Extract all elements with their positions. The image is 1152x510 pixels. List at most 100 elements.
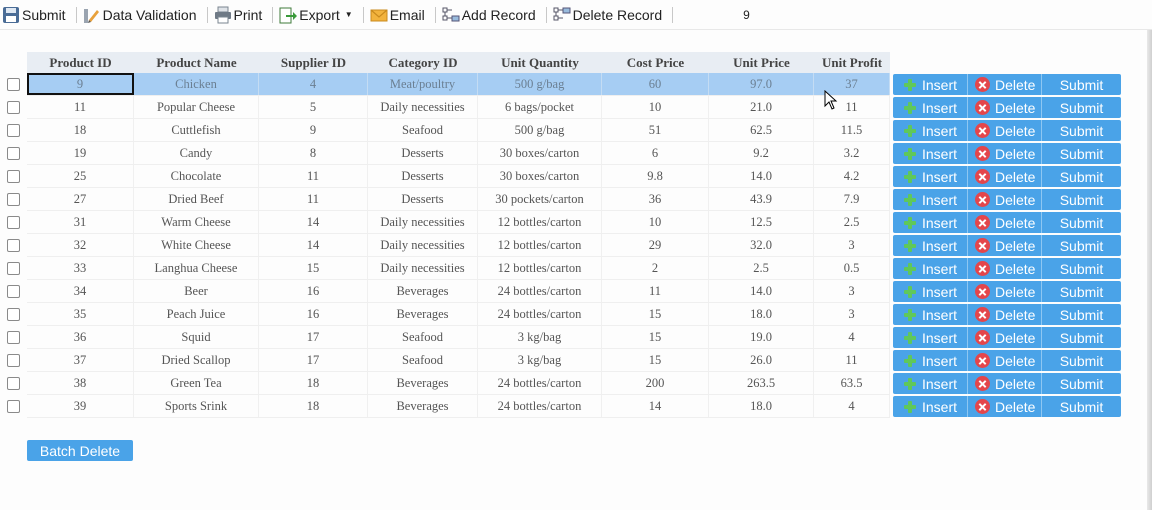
insert-button[interactable]: Insert bbox=[893, 120, 968, 141]
cell-cost-price[interactable]: 51 bbox=[602, 119, 709, 141]
cell-supplier-id[interactable]: 18 bbox=[259, 372, 368, 394]
table-row[interactable]: 32 White Cheese 14 Daily necessities 12 bott… bbox=[0, 234, 1121, 257]
cell-category-id[interactable]: Daily necessities bbox=[368, 211, 478, 233]
delete-button[interactable]: Delete bbox=[968, 166, 1042, 187]
cell-unit-quantity[interactable]: 12 bottles/carton bbox=[478, 211, 602, 233]
delete-button[interactable]: Delete bbox=[968, 373, 1042, 394]
cell-unit-profit[interactable]: 3 bbox=[814, 234, 890, 256]
cell-unit-quantity[interactable]: 500 g/bag bbox=[478, 119, 602, 141]
cell-unit-price[interactable]: 26.0 bbox=[709, 349, 814, 371]
cell-unit-quantity[interactable]: 30 boxes/carton bbox=[478, 165, 602, 187]
insert-button[interactable]: Insert bbox=[893, 166, 968, 187]
cell-category-id[interactable]: Beverages bbox=[368, 395, 478, 417]
cell-product-id[interactable]: 39 bbox=[27, 395, 134, 417]
insert-button[interactable]: Insert bbox=[893, 373, 968, 394]
cell-supplier-id[interactable]: 15 bbox=[259, 257, 368, 279]
cell-unit-price[interactable]: 18.0 bbox=[709, 303, 814, 325]
cell-unit-price[interactable]: 19.0 bbox=[709, 326, 814, 348]
cell-unit-profit[interactable]: 4 bbox=[814, 326, 890, 348]
cell-unit-price[interactable]: 32.0 bbox=[709, 234, 814, 256]
cell-unit-quantity[interactable]: 12 bottles/carton bbox=[478, 234, 602, 256]
table-row[interactable]: 19 Candy 8 Desserts 30 boxes/carton 6 9.2 3.2 In… bbox=[0, 142, 1121, 165]
insert-button[interactable]: Insert bbox=[893, 304, 968, 325]
delete-button[interactable]: Delete bbox=[968, 327, 1042, 348]
cell-unit-profit[interactable]: 3.2 bbox=[814, 142, 890, 164]
delete-button[interactable]: Delete bbox=[968, 235, 1042, 256]
cell-category-id[interactable]: Seafood bbox=[368, 326, 478, 348]
checkbox-square[interactable] bbox=[6, 400, 20, 413]
cell-unit-quantity[interactable]: 500 g/bag bbox=[478, 73, 602, 95]
cell-category-id[interactable]: Meat/poultry bbox=[368, 73, 478, 95]
submit-button[interactable]: Submit bbox=[1042, 212, 1121, 233]
cell-product-id[interactable]: 11 bbox=[27, 96, 134, 118]
row-checkbox[interactable] bbox=[0, 257, 27, 280]
row-checkbox[interactable] bbox=[0, 73, 27, 96]
cell-unit-price[interactable]: 14.0 bbox=[709, 280, 814, 302]
submit-button[interactable]: Submit bbox=[1042, 281, 1121, 302]
delete-button[interactable]: Delete bbox=[968, 258, 1042, 279]
column-header-unit-quantity[interactable]: Unit Quantity bbox=[478, 52, 602, 73]
cell-product-name[interactable]: Beer bbox=[134, 280, 259, 302]
checkbox-square[interactable] bbox=[6, 285, 20, 298]
cell-product-name[interactable]: Popular Cheese bbox=[134, 96, 259, 118]
cell-category-id[interactable]: Desserts bbox=[368, 165, 478, 187]
cell-supplier-id[interactable]: 16 bbox=[259, 303, 368, 325]
cell-supplier-id[interactable]: 17 bbox=[259, 326, 368, 348]
cell-unit-price[interactable]: 12.5 bbox=[709, 211, 814, 233]
cell-unit-profit[interactable]: 2.5 bbox=[814, 211, 890, 233]
cell-supplier-id[interactable]: 5 bbox=[259, 96, 368, 118]
toolbar-delete-record-button[interactable]: Delete Record bbox=[553, 3, 667, 27]
cell-product-id[interactable]: 9 bbox=[27, 73, 134, 95]
cell-supplier-id[interactable]: 17 bbox=[259, 349, 368, 371]
submit-button[interactable]: Submit bbox=[1042, 373, 1121, 394]
cell-category-id[interactable]: Beverages bbox=[368, 280, 478, 302]
column-header-supplier-id[interactable]: Supplier ID bbox=[259, 52, 368, 73]
cell-product-name[interactable]: Squid bbox=[134, 326, 259, 348]
table-row[interactable]: 33 Langhua Cheese 15 Daily necessities 12 bo… bbox=[0, 257, 1121, 280]
submit-button[interactable]: Submit bbox=[1042, 143, 1121, 164]
checkbox-square[interactable] bbox=[6, 331, 20, 344]
submit-button[interactable]: Submit bbox=[1042, 189, 1121, 210]
cell-unit-profit[interactable]: 3 bbox=[814, 303, 890, 325]
delete-button[interactable]: Delete bbox=[968, 281, 1042, 302]
cell-unit-price[interactable]: 2.5 bbox=[709, 257, 814, 279]
row-checkbox[interactable] bbox=[0, 326, 27, 349]
cell-supplier-id[interactable]: 8 bbox=[259, 142, 368, 164]
insert-button[interactable]: Insert bbox=[893, 74, 968, 95]
column-header-unit-profit[interactable]: Unit Profit bbox=[814, 52, 890, 73]
cell-cost-price[interactable]: 10 bbox=[602, 96, 709, 118]
checkbox-square[interactable] bbox=[6, 124, 20, 137]
column-header-cost-price[interactable]: Cost Price bbox=[602, 52, 709, 73]
cell-cost-price[interactable]: 29 bbox=[602, 234, 709, 256]
toolbar-print-button[interactable]: Print bbox=[214, 3, 267, 27]
table-row[interactable]: 31 Warm Cheese 14 Daily necessities 12 bottl… bbox=[0, 211, 1121, 234]
cell-product-name[interactable]: Dried Scallop bbox=[134, 349, 259, 371]
delete-button[interactable]: Delete bbox=[968, 120, 1042, 141]
cell-supplier-id[interactable]: 16 bbox=[259, 280, 368, 302]
cell-product-id[interactable]: 33 bbox=[27, 257, 134, 279]
submit-button[interactable]: Submit bbox=[1042, 350, 1121, 371]
toolbar-add-record-button[interactable]: Add Record bbox=[442, 3, 540, 27]
cell-product-id[interactable]: 34 bbox=[27, 280, 134, 302]
cell-category-id[interactable]: Daily necessities bbox=[368, 257, 478, 279]
cell-product-name[interactable]: Langhua Cheese bbox=[134, 257, 259, 279]
cell-category-id[interactable]: Beverages bbox=[368, 303, 478, 325]
insert-button[interactable]: Insert bbox=[893, 97, 968, 118]
row-checkbox[interactable] bbox=[0, 165, 27, 188]
delete-button[interactable]: Delete bbox=[968, 97, 1042, 118]
row-checkbox[interactable] bbox=[0, 372, 27, 395]
cell-category-id[interactable]: Seafood bbox=[368, 349, 478, 371]
table-row[interactable]: 27 Dried Beef 11 Desserts 30 pockets/carton 3… bbox=[0, 188, 1121, 211]
checkbox-square[interactable] bbox=[6, 354, 20, 367]
insert-button[interactable]: Insert bbox=[893, 281, 968, 302]
checkbox-square[interactable] bbox=[6, 193, 20, 206]
cell-unit-price[interactable]: 263.5 bbox=[709, 372, 814, 394]
insert-button[interactable]: Insert bbox=[893, 350, 968, 371]
cell-category-id[interactable]: Seafood bbox=[368, 119, 478, 141]
submit-button[interactable]: Submit bbox=[1042, 166, 1121, 187]
table-row[interactable]: 37 Dried Scallop 17 Seafood 3 kg/bag 15 26.0 11… bbox=[0, 349, 1121, 372]
cell-unit-profit[interactable]: 3 bbox=[814, 280, 890, 302]
submit-button[interactable]: Submit bbox=[1042, 120, 1121, 141]
cell-cost-price[interactable]: 200 bbox=[602, 372, 709, 394]
delete-button[interactable]: Delete bbox=[968, 143, 1042, 164]
